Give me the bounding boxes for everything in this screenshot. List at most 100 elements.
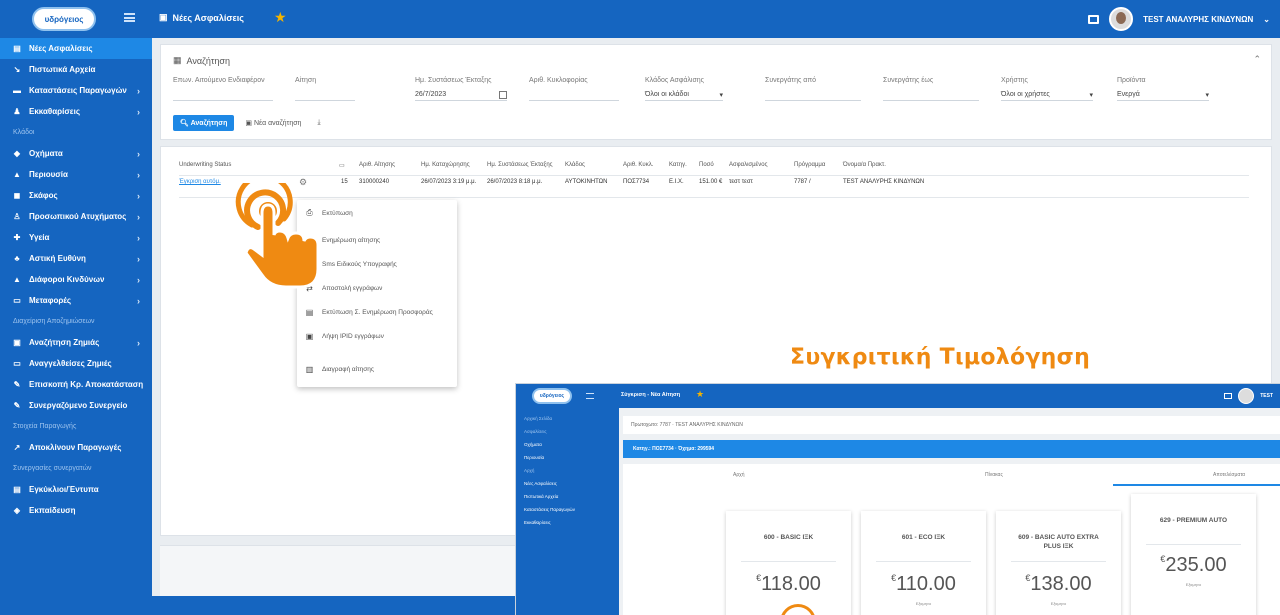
divider: [179, 175, 1249, 176]
sidebar-item[interactable]: ✎ Συνεργαζόμενο Συνεργείο: [0, 395, 152, 416]
tab-start[interactable]: Αρχή: [733, 472, 745, 478]
sidebar-item[interactable]: ▣ Αναζήτηση Ζημιάς ›: [0, 332, 152, 353]
sidebar-item[interactable]: ◆ Οχήματα ›: [0, 143, 152, 164]
plan-card[interactable]: 609 - BASIC AUTO EXTRA PLUS ΙΞΚ €138.00 …: [996, 511, 1121, 615]
th-status[interactable]: Underwriting Status: [179, 162, 231, 168]
cell-branch: ΑΥΤΟΚΙΝΗΤΩΝ: [565, 179, 608, 185]
download-icon[interactable]: ⤓: [312, 115, 325, 131]
sidebar-item-label: Επισκοπή Κρ. Αποκατάσταση: [29, 380, 144, 389]
star-icon[interactable]: ★: [274, 9, 287, 26]
field-plate: Αριθ. Κυκλοφορίας: [529, 77, 619, 101]
message-icon: [1224, 393, 1233, 399]
collapse-icon[interactable]: ⌃: [1253, 54, 1261, 65]
field-label: Αριθ. Κυκλοφορίας: [529, 77, 588, 84]
page-title: Νέες Ασφαλίσεις: [172, 12, 244, 23]
branch-select[interactable]: Όλοι οι κλάδοι ▾: [645, 89, 723, 101]
message-icon[interactable]: [1088, 14, 1100, 24]
sidebar-item[interactable]: ◼ Σκάφος ›: [0, 185, 152, 206]
shield-icon: ▣: [159, 12, 168, 22]
th-agent[interactable]: Όνομα/α Πρακτ.: [843, 162, 886, 168]
sidebar-item[interactable]: ↘ Πιστωτικά Αρχεία: [0, 59, 152, 80]
tool2-icon: ✎: [13, 401, 21, 410]
user-name[interactable]: TEST ΑΝΑΛΥΡΗΣ ΚΙΝΔΥΝΩΝ: [1143, 15, 1253, 24]
menu-item-ipid[interactable]: ▣ Λήψη IPID εγγράφων: [305, 332, 384, 341]
sidebar-item[interactable]: ▤ Νέες Ασφαλίσεις: [0, 38, 152, 59]
th-insured[interactable]: Ασφαλισμένος: [729, 162, 767, 168]
sidebar-item-label: Αναζήτηση Ζημιάς: [29, 338, 100, 347]
interested-input[interactable]: [173, 89, 273, 101]
application-input[interactable]: [295, 89, 355, 101]
user-select[interactable]: Όλοι οι χρήστες ▾: [1001, 89, 1093, 101]
sidebar: υδρόγειος ▤ Νέες Ασφαλίσεις ↘ Πιστωτικά Αρχ…: [0, 0, 152, 615]
sidebar-item[interactable]: ♣ Αστική Ευθύνη ›: [0, 248, 152, 269]
th-category[interactable]: Κατηγ.: [669, 162, 687, 168]
th-branch[interactable]: Κλάδος: [565, 162, 585, 168]
warn-icon: ▲: [13, 275, 21, 284]
menu-icon[interactable]: [124, 13, 135, 22]
sidebar-item-label: Μεταφορές: [29, 296, 72, 305]
th-amount[interactable]: Ποσό: [699, 162, 714, 168]
sidebar-item[interactable]: ♟ Εκκαθαρίσεις ›: [0, 101, 152, 122]
menu-item-delete[interactable]: ▥ Διαγραφή αίτησης: [305, 365, 374, 374]
date-input[interactable]: 26/7/2023: [415, 89, 507, 101]
cell-entry-date: 26/07/2023 3:19 μ.μ.: [421, 179, 477, 185]
sidebar-item-label: Διάφοροι Κινδύνων: [29, 275, 105, 284]
tab-results[interactable]: Αποτελέσματα: [1213, 472, 1245, 478]
partner-from-input[interactable]: [765, 89, 861, 101]
partner-to-input[interactable]: [883, 89, 979, 101]
plan-card[interactable]: 600 - BASIC ΙΞΚ €118.00: [726, 511, 851, 615]
table-row[interactable]: Έγκριση αυτόμ. ⚙ 15 310000240 26/07/2023…: [179, 177, 1249, 193]
chevron-down-icon[interactable]: ⌄: [1263, 15, 1270, 24]
inset-sidebar-item: Πιστωτικά Αρχεία: [524, 494, 559, 499]
divider: [1146, 544, 1241, 545]
plate-input[interactable]: [529, 89, 619, 101]
inset-sidebar-item: Νέες Ασφαλίσεις: [524, 481, 557, 486]
sidebar-item[interactable]: ▬ Καταστάσεις Παραγωγών ›: [0, 80, 152, 101]
plan-price: €235.00: [1131, 554, 1256, 577]
sidebar-item[interactable]: ▭ Μεταφορές ›: [0, 290, 152, 311]
menu-item-print-offer[interactable]: ▤ Εκτύπωση Σ. Ενημέρωση Προσφοράς: [305, 308, 433, 317]
sidebar-item[interactable]: ▭ Αναγγελθείσες Ζημιές: [0, 353, 152, 374]
sidebar-item[interactable]: ♙ Προσωπικού Ατυχήματος ›: [0, 206, 152, 227]
th-plate[interactable]: Αριθ. Κυκλ.: [623, 162, 653, 168]
th-issue-date[interactable]: Ημ. Συστάσεως Έκταξης: [487, 162, 553, 168]
sidebar-item[interactable]: ▲ Διάφοροι Κινδύνων ›: [0, 269, 152, 290]
sidebar-item-label: Αστική Ευθύνη: [29, 254, 86, 263]
grid-icon: ▦: [173, 55, 182, 65]
avatar[interactable]: [1109, 7, 1134, 31]
inset-logo: υδρόγειος: [532, 388, 572, 404]
plan-card[interactable]: 601 - ECO ΙΞΚ €110.00 Εξαμηνο: [861, 511, 986, 615]
new-search-button[interactable]: ▣ Νέα αναζήτηση: [240, 115, 306, 131]
dropdown-icon: ▾: [719, 91, 723, 99]
sidebar-item[interactable]: ▤ Εγκύκλιοι/Έντυπα: [0, 479, 152, 500]
chevron-right-icon: ›: [137, 337, 140, 348]
price-value: 138.00: [1030, 573, 1092, 595]
sidebar-item-label: Συνεργαζόμενο Συνεργείο: [29, 401, 128, 410]
tab-table[interactable]: Πίνακας: [985, 472, 1003, 478]
brand-logo[interactable]: υδρόγειος: [32, 7, 96, 31]
sidebar-item[interactable]: ◈ Εκπαίδευση: [0, 500, 152, 521]
th-app-no[interactable]: Αριθ. Αίτησης: [359, 162, 395, 168]
sidebar-item-label: Περιουσία: [29, 170, 68, 179]
sidebar-item-label: Πιστωτικά Αρχεία: [29, 65, 96, 74]
sidebar-item[interactable]: ▲ Περιουσία ›: [0, 164, 152, 185]
calendar-icon[interactable]: [499, 90, 507, 99]
search-button[interactable]: 🔍︎ Αναζήτηση: [173, 115, 235, 131]
sidebar-item[interactable]: ✎ Επισκοπή Κρ. Αποκατάσταση: [0, 374, 152, 395]
th-program[interactable]: Πρόγραμμα: [794, 162, 825, 168]
price-value: 235.00: [1165, 554, 1227, 576]
inset-sidebar-item: Εκκαθαρίσεις: [524, 520, 551, 525]
sidebar-item-label: Καταστάσεις Παραγωγών: [29, 86, 127, 95]
user-area: TEST ΑΝΑΛΥΡΗΣ ΚΙΝΔΥΝΩΝ ⌄: [1088, 7, 1270, 31]
sidebar-item[interactable]: ✚ Υγεία ›: [0, 227, 152, 248]
chevron-right-icon: ›: [137, 274, 140, 285]
products-select[interactable]: Ενεργά ▾: [1117, 89, 1209, 101]
status-link[interactable]: Έγκριση αυτόμ.: [179, 179, 221, 185]
cell-count: 15: [341, 179, 348, 185]
plan-price: €138.00: [996, 573, 1121, 596]
sidebar-item[interactable]: ↗ Αποκλίνουν Παραγωγές: [0, 437, 152, 458]
person-icon: ♙: [13, 212, 21, 221]
th-entry-date[interactable]: Ημ. Καταχώρησης: [421, 162, 470, 168]
chevron-right-icon: ›: [137, 85, 140, 96]
plan-card-featured[interactable]: 629 - PREMIUM AUTO €235.00 Εξαμηνο: [1131, 494, 1256, 615]
